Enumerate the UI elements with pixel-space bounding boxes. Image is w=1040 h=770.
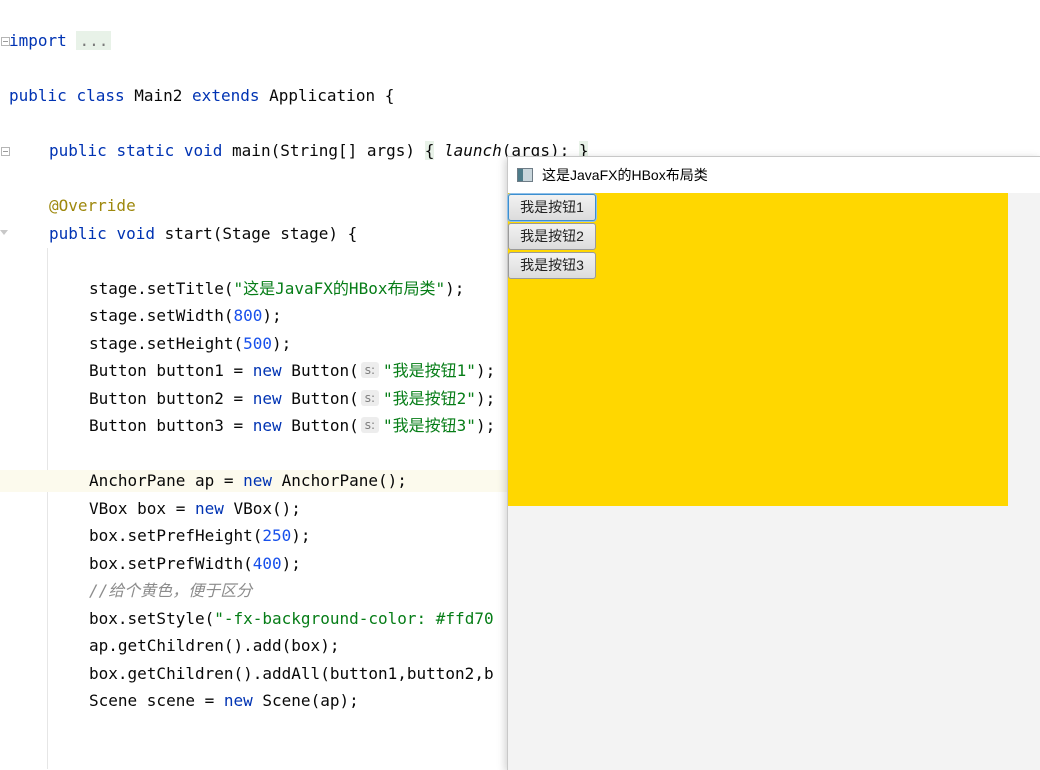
- code-text: );: [475, 389, 496, 408]
- code-text: box.setStyle(: [89, 609, 215, 628]
- code-text: stage.setWidth(: [89, 306, 234, 325]
- annotation: @Override: [49, 196, 136, 215]
- javafx-app-icon: [517, 168, 533, 182]
- comment: //给个黄色，便于区分: [89, 581, 253, 600]
- code-text: );: [475, 416, 496, 435]
- keyword: void: [116, 224, 155, 243]
- parameter-hint: s:: [360, 390, 380, 406]
- code-text: ap.getChildren().add(box);: [89, 636, 340, 655]
- code-text: );: [262, 306, 282, 325]
- string-literal: "我是按钮3": [383, 416, 476, 435]
- code-text: );: [445, 279, 465, 298]
- keyword: new: [194, 499, 224, 518]
- code-line-import[interactable]: import ...: [0, 30, 1040, 52]
- keyword: new: [252, 389, 282, 408]
- code-text: );: [475, 361, 496, 380]
- parameter-hint: s:: [360, 417, 380, 433]
- method-call: launch: [443, 141, 502, 160]
- keyword: public: [49, 141, 107, 160]
- button-3[interactable]: 我是按钮3: [508, 252, 596, 279]
- keyword: void: [183, 141, 223, 160]
- keyword: import: [9, 31, 67, 50]
- anchor-pane: 我是按钮1 我是按钮2 我是按钮3: [508, 193, 1040, 770]
- code-text: Scene scene =: [89, 691, 224, 710]
- code-text: Scene(ap);: [252, 691, 359, 710]
- string-literal: "我是按钮2": [383, 389, 476, 408]
- number-literal: 250: [262, 526, 292, 545]
- keyword: new: [223, 691, 253, 710]
- number-literal: 800: [233, 306, 263, 325]
- method-signature: main(String[] args): [222, 141, 425, 160]
- string-literal: "这是JavaFX的HBox布局类": [233, 279, 446, 298]
- folded-imports[interactable]: ...: [76, 31, 112, 50]
- code-text: AnchorPane ap =: [89, 471, 244, 490]
- window-titlebar[interactable]: 这是JavaFX的HBox布局类: [508, 157, 1040, 193]
- button-1[interactable]: 我是按钮1: [508, 194, 596, 221]
- code-text: Application {: [259, 86, 395, 105]
- number-literal: 400: [252, 554, 282, 573]
- code-text: );: [281, 554, 301, 573]
- keyword: new: [252, 361, 282, 380]
- code-text: stage.setTitle(: [89, 279, 234, 298]
- code-text: stage.setHeight(: [89, 334, 244, 353]
- code-text: );: [272, 334, 292, 353]
- keyword: new: [252, 416, 282, 435]
- number-literal: 500: [243, 334, 273, 353]
- code-text: box.getChildren().addAll(button1,button2…: [89, 664, 494, 683]
- code-text: VBox box =: [89, 499, 195, 518]
- keyword: static: [116, 141, 175, 160]
- window-title: 这是JavaFX的HBox布局类: [542, 167, 708, 183]
- yellow-vbox: 我是按钮1 我是按钮2 我是按钮3: [508, 193, 1008, 506]
- keyword: public: [9, 86, 67, 105]
- string-literal: "我是按钮1": [383, 361, 476, 380]
- keyword: extends: [192, 86, 260, 105]
- code-text: Button button3 =: [89, 416, 253, 435]
- brace: {: [424, 141, 435, 160]
- code-line-class[interactable]: public class Main2 extends Application {: [0, 85, 1040, 107]
- parameter-hint: s:: [360, 362, 380, 378]
- code-text: Button(: [281, 416, 359, 435]
- code-text: Button(: [281, 389, 359, 408]
- keyword: public: [49, 224, 107, 243]
- class-name: Main2: [124, 86, 193, 105]
- code-text: AnchorPane();: [272, 471, 407, 490]
- code-text: );: [291, 526, 311, 545]
- code-text: box.setPrefHeight(: [89, 526, 263, 545]
- button-2[interactable]: 我是按钮2: [508, 223, 596, 250]
- string-literal: "-fx-background-color: #ffd70: [214, 609, 494, 628]
- code-text: Button button2 =: [89, 389, 253, 408]
- code-text: box.setPrefWidth(: [89, 554, 253, 573]
- keyword: class: [76, 86, 125, 105]
- keyword: new: [243, 471, 273, 490]
- code-text: start(Stage stage) {: [154, 224, 358, 243]
- code-text: Button button1 =: [89, 361, 253, 380]
- code-text: VBox();: [223, 499, 301, 518]
- code-text: Button(: [281, 361, 359, 380]
- javafx-window[interactable]: 这是JavaFX的HBox布局类 我是按钮1 我是按钮2 我是按钮3: [507, 156, 1040, 770]
